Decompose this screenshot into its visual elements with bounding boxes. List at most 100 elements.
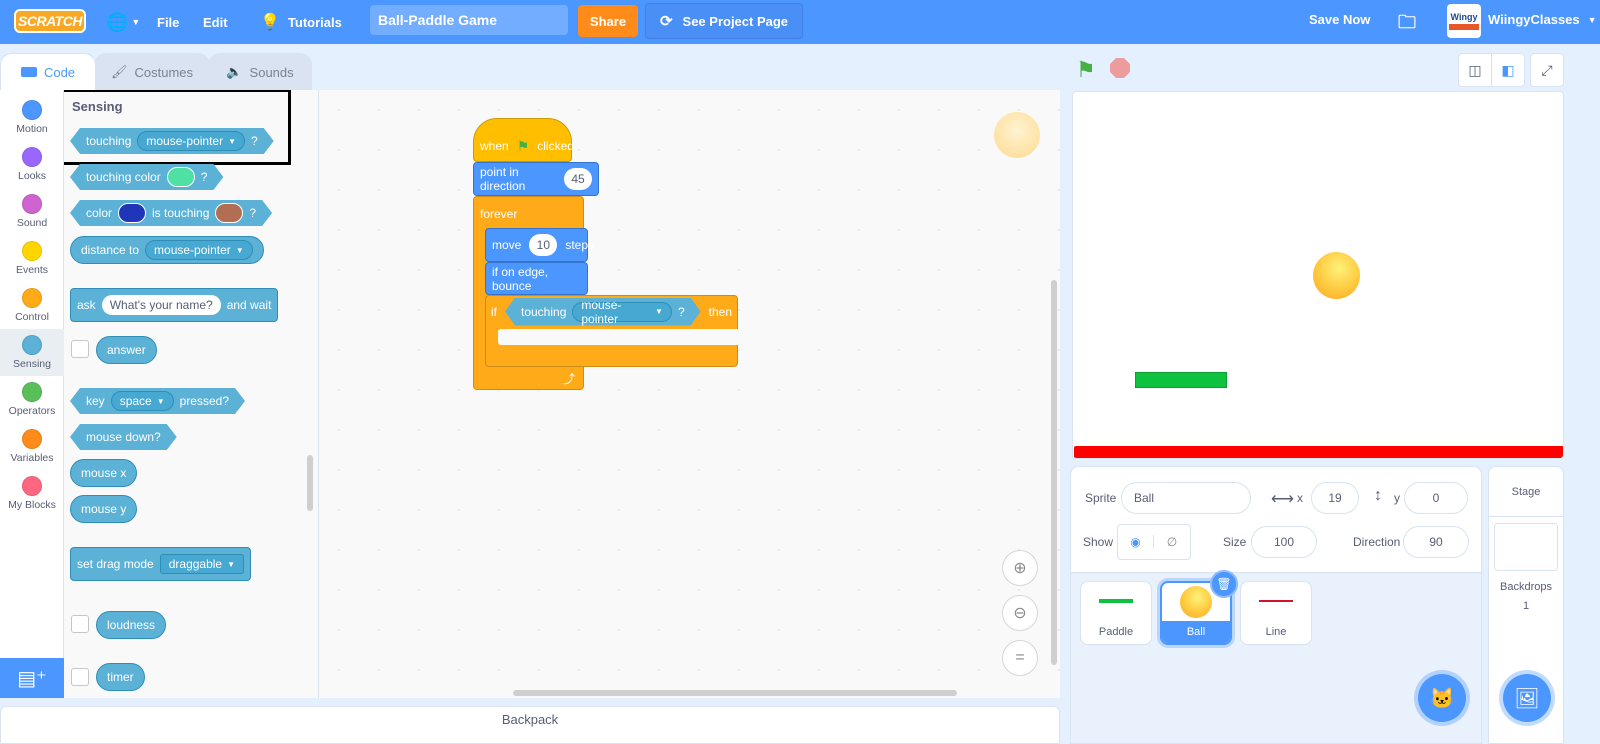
choose-sprite-button[interactable]: 🐱 (1418, 674, 1466, 722)
distance-to-block[interactable]: distance to mouse-pointer ▼ (70, 236, 264, 264)
color-swatch[interactable] (167, 167, 195, 187)
set-drag-mode-block[interactable]: set drag mode draggable ▼ (70, 547, 252, 581)
color-swatch[interactable] (215, 203, 243, 223)
mouse-y-block[interactable]: mouse y (70, 495, 138, 523)
fullscreen-button[interactable]: ⤢ (1530, 53, 1564, 87)
x-input[interactable]: 19 (1311, 482, 1359, 514)
touching-condition-block[interactable]: touching mouse-pointer ▼ ? (505, 298, 701, 326)
category-label: Looks (17, 170, 47, 182)
green-flag-button[interactable]: ⚑ (1076, 57, 1096, 83)
steps-input[interactable]: 10 (529, 234, 558, 256)
palette-scrollbar[interactable] (307, 455, 313, 511)
block-label: ? (677, 304, 685, 319)
my-blocks-color-dot (22, 476, 42, 496)
category-sensing[interactable]: Sensing (0, 329, 64, 376)
sprite-thumbnail (1081, 582, 1151, 621)
mouse-x-block[interactable]: mouse x (70, 459, 138, 487)
my-stuff-folder-icon[interactable]: 🗀 (1398, 10, 1416, 40)
category-sound[interactable]: Sound (0, 188, 64, 235)
avatar[interactable]: Wingy (1447, 4, 1481, 38)
tab-costumes[interactable]: 🖌 Costumes (94, 53, 210, 90)
show-visible-button[interactable]: ◉ (1118, 535, 1154, 549)
small-stage-button[interactable]: ◫ (1458, 53, 1492, 87)
sprite-info-panel: Sprite Ball ⟷ x 19 ↕ y 0 Show ◉ ∅ Size 1… (1071, 467, 1481, 573)
y-input[interactable]: 0 (1404, 482, 1468, 514)
tab-sounds[interactable]: 🔈 Sounds (208, 53, 312, 90)
direction-input[interactable]: 90 (1403, 526, 1469, 558)
category-variables[interactable]: Variables (0, 423, 64, 470)
category-motion[interactable]: Motion (0, 94, 64, 141)
delete-sprite-button[interactable]: 🗑 (1210, 570, 1238, 598)
tutorials-button[interactable]: 💡 Tutorials (260, 12, 342, 32)
category-my-blocks[interactable]: My Blocks (0, 470, 64, 517)
x-label: x (1297, 491, 1303, 505)
color-is-touching-block[interactable]: color is touching ? (70, 200, 272, 226)
answer-checkbox[interactable] (71, 340, 89, 358)
backdrop-thumbnail (1494, 523, 1558, 571)
edit-menu[interactable]: Edit (203, 12, 228, 32)
workspace-horizontal-scrollbar[interactable] (513, 690, 957, 696)
zoom-reset-button[interactable]: = (1002, 640, 1038, 676)
point-in-direction-block[interactable]: point in direction 45 (473, 162, 599, 196)
project-page-icon: ⟳ (659, 13, 673, 30)
save-now-button[interactable]: Save Now (1309, 12, 1370, 27)
block-label: steps (565, 238, 595, 252)
sprite-tile-line[interactable]: Line (1240, 581, 1312, 645)
block-label: mouse y (81, 502, 127, 516)
choose-backdrop-button[interactable]: 🖼 (1503, 674, 1551, 722)
touching-menu[interactable]: mouse-pointer ▼ (572, 302, 672, 322)
ask-and-wait-block[interactable]: ask What's your name? and wait (70, 288, 279, 322)
touching-menu[interactable]: mouse-pointer ▼ (137, 131, 245, 151)
add-extension-button[interactable]: ▤⁺ (0, 658, 64, 698)
stage-target-pane[interactable]: Stage Backdrops 1 🖼 (1488, 466, 1564, 744)
category-operators[interactable]: Operators (0, 376, 64, 423)
stage-canvas[interactable] (1072, 91, 1564, 459)
see-project-page-button[interactable]: ⟳ See Project Page (645, 3, 803, 39)
ball-sprite[interactable] (1313, 252, 1360, 299)
touching-color-block[interactable]: touching color ? (70, 164, 223, 190)
ask-input[interactable]: What's your name? (101, 295, 221, 315)
direction-input[interactable]: 45 (564, 168, 592, 190)
drag-mode-menu[interactable]: draggable ▼ (159, 554, 245, 574)
share-button[interactable]: Share (578, 5, 638, 37)
zoom-in-button[interactable]: ⊕ (1002, 550, 1038, 586)
answer-block[interactable]: answer (96, 336, 157, 364)
touching-block[interactable]: touching mouse-pointer ▼ ? (70, 128, 274, 154)
scratch-logo[interactable]: SCRATCH (14, 9, 86, 33)
sprite-name-input[interactable]: Ball (1121, 482, 1251, 514)
account-menu[interactable]: WiingyClasses ▼ (1488, 12, 1597, 27)
code-workspace[interactable]: when ⚑ clicked point in direction 45 for… (319, 90, 1060, 698)
size-input[interactable]: 100 (1251, 526, 1317, 558)
timer-checkbox[interactable] (71, 668, 89, 686)
category-looks[interactable]: Looks (0, 141, 64, 188)
key-menu[interactable]: space ▼ (111, 391, 174, 411)
if-on-edge-bounce-block[interactable]: if on edge, bounce (485, 262, 588, 295)
category-events[interactable]: Events (0, 235, 64, 282)
paddle-sprite[interactable] (1135, 372, 1227, 388)
large-stage-button[interactable]: ◧ (1491, 53, 1525, 87)
show-label: Show (1083, 535, 1114, 549)
loudness-block[interactable]: loudness (96, 611, 167, 639)
distance-menu[interactable]: mouse-pointer ▼ (145, 240, 253, 260)
line-sprite[interactable] (1074, 446, 1563, 458)
zoom-out-button[interactable]: ⊖ (1002, 595, 1038, 631)
category-control[interactable]: Control (0, 282, 64, 329)
when-flag-clicked-block[interactable]: when ⚑ clicked (473, 118, 574, 162)
move-steps-block[interactable]: move 10 steps (485, 228, 594, 262)
loudness-checkbox[interactable] (71, 615, 89, 633)
show-hidden-button[interactable]: ∅ (1154, 535, 1190, 549)
color-swatch[interactable] (118, 203, 146, 223)
backpack[interactable]: Backpack (0, 706, 1060, 744)
tab-code[interactable]: Code (0, 53, 96, 90)
project-title-input[interactable]: Ball-Paddle Game (370, 5, 568, 35)
workspace-vertical-scrollbar[interactable] (1051, 280, 1057, 665)
category-label: My Blocks (8, 499, 56, 511)
file-menu[interactable]: File (157, 12, 179, 32)
stop-button[interactable] (1110, 58, 1130, 78)
timer-block[interactable]: timer (96, 663, 145, 691)
mouse-down-block[interactable]: mouse down? (70, 424, 177, 450)
language-menu[interactable]: 🌐 ▼ (106, 10, 140, 34)
sprite-tile-paddle[interactable]: Paddle (1080, 581, 1152, 645)
sprite-pane: Sprite Ball ⟷ x 19 ↕ y 0 Show ◉ ∅ Size 1… (1070, 466, 1482, 744)
key-pressed-block[interactable]: key space ▼ pressed? (70, 388, 245, 414)
